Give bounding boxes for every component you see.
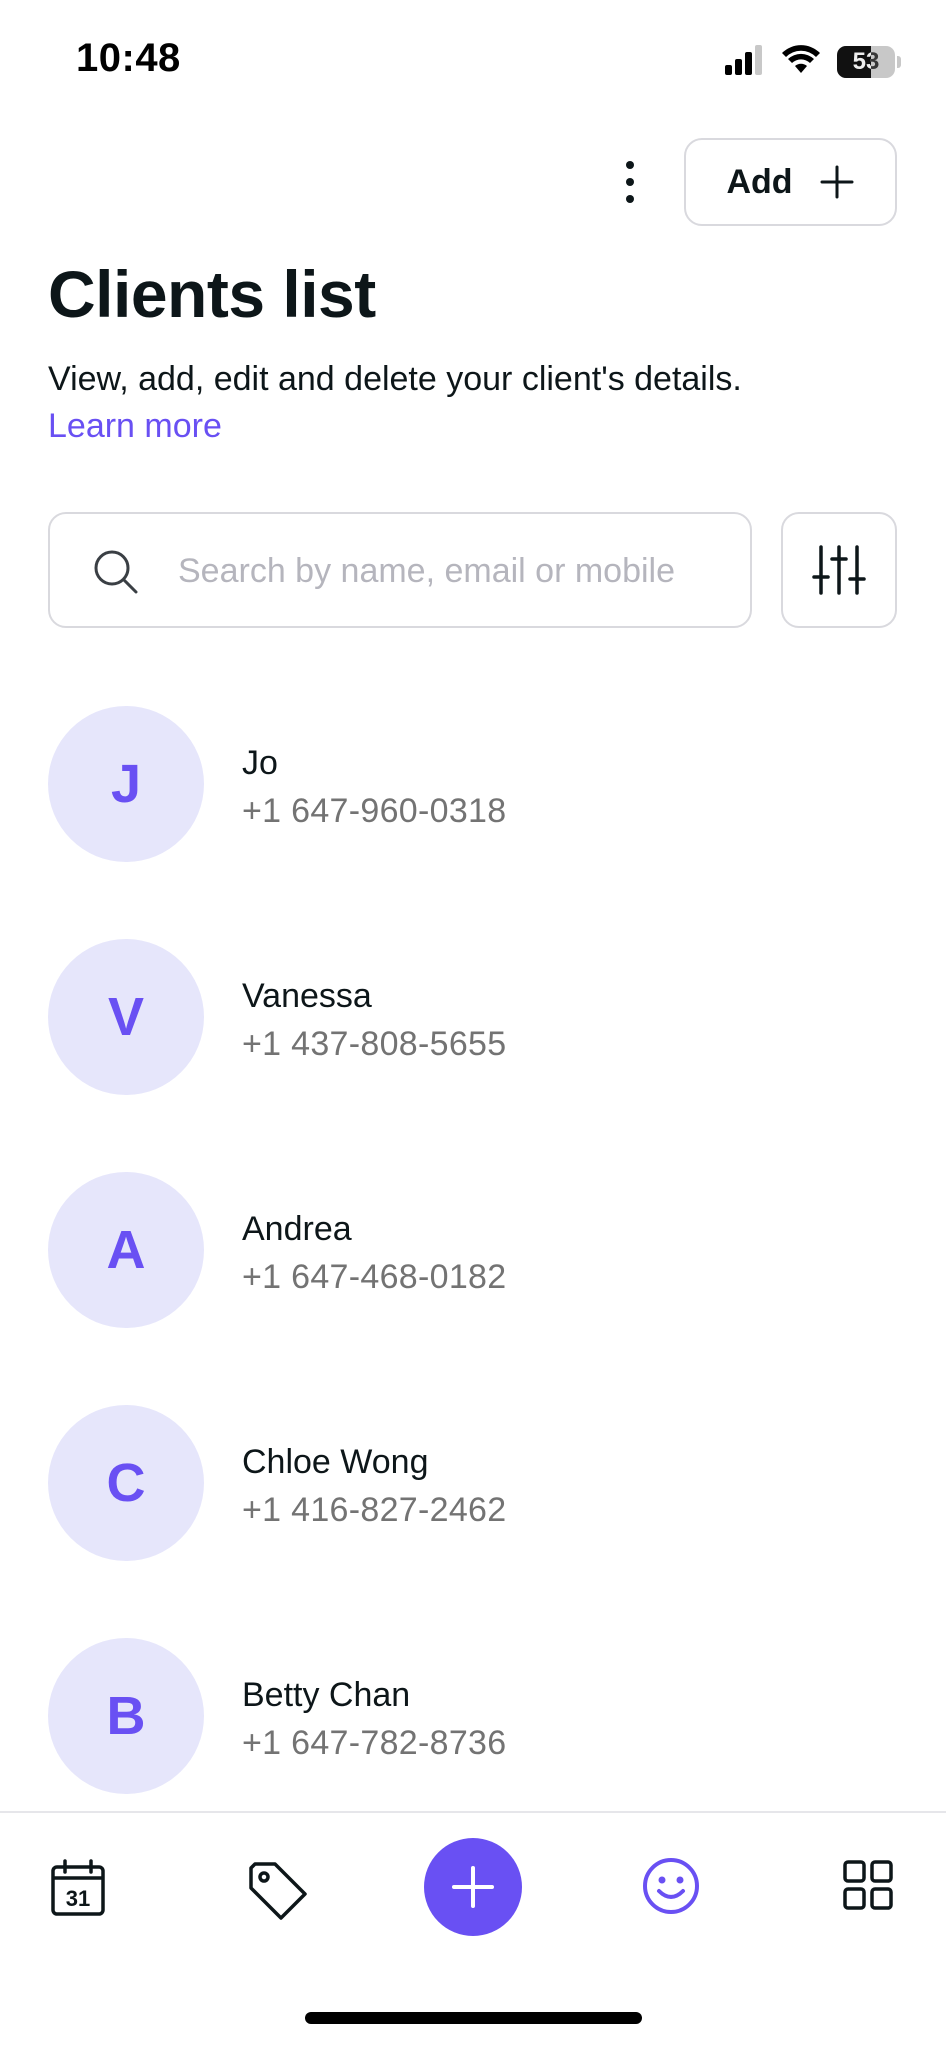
add-button-label: Add (726, 162, 793, 201)
nav-more[interactable] (840, 1857, 896, 1913)
filter-sliders-icon (812, 545, 866, 595)
battery-tip (897, 56, 901, 68)
cellular-signal-icon (725, 44, 765, 80)
nav-sales[interactable] (242, 1855, 312, 1925)
nav-add-button[interactable] (424, 1838, 522, 1936)
page-description: View, add, edit and delete your client's… (48, 360, 742, 398)
add-icon (452, 1866, 494, 1908)
search-box[interactable] (48, 512, 752, 628)
client-phone: +1 647-468-0182 (242, 1258, 507, 1296)
battery-icon: 53 (837, 46, 895, 78)
client-row[interactable]: V Vanessa +1 437-808-5655 (0, 939, 946, 1099)
client-row[interactable]: C Chloe Wong +1 416-827-2462 (0, 1405, 946, 1565)
learn-more-link[interactable]: Learn more (48, 407, 222, 446)
client-phone: +1 647-782-8736 (242, 1724, 507, 1762)
status-time: 10:48 (76, 36, 181, 80)
calendar-icon: 31 (51, 1859, 105, 1916)
more-options-icon[interactable] (610, 150, 650, 214)
avatar: J (48, 706, 204, 862)
avatar: B (48, 1638, 204, 1794)
client-phone: +1 437-808-5655 (242, 1025, 507, 1063)
client-name: Andrea (242, 1210, 352, 1248)
status-icons: 53 (725, 42, 901, 82)
client-row[interactable]: B Betty Chan +1 647-782-8736 (0, 1638, 946, 1798)
client-row[interactable]: J Jo +1 647-960-0318 (0, 706, 946, 866)
home-indicator (305, 2012, 642, 2024)
calendar-day: 31 (66, 1886, 90, 1911)
page-title: Clients list (48, 257, 376, 331)
grid-icon (843, 1860, 893, 1910)
filter-button[interactable] (781, 512, 897, 628)
search-icon (94, 550, 138, 594)
wifi-icon (781, 44, 821, 80)
tag-icon (249, 1862, 307, 1920)
avatar: C (48, 1405, 204, 1561)
add-client-button[interactable]: Add (684, 138, 897, 226)
plus-icon (820, 165, 854, 199)
status-bar: 10:48 53 (0, 0, 946, 120)
search-input[interactable] (178, 534, 738, 608)
client-phone: +1 416-827-2462 (242, 1491, 507, 1529)
client-name: Betty Chan (242, 1676, 411, 1714)
avatar: V (48, 939, 204, 1095)
nav-clients[interactable] (640, 1855, 702, 1917)
client-name: Jo (242, 744, 278, 782)
client-row[interactable]: A Andrea +1 647-468-0182 (0, 1172, 946, 1332)
client-name: Chloe Wong (242, 1443, 429, 1481)
battery-level: 53 (852, 48, 880, 75)
avatar: A (48, 1172, 204, 1328)
client-phone: +1 647-960-0318 (242, 792, 507, 830)
nav-calendar[interactable]: 31 (45, 1855, 111, 1921)
smiley-icon (643, 1858, 699, 1914)
client-name: Vanessa (242, 977, 372, 1015)
